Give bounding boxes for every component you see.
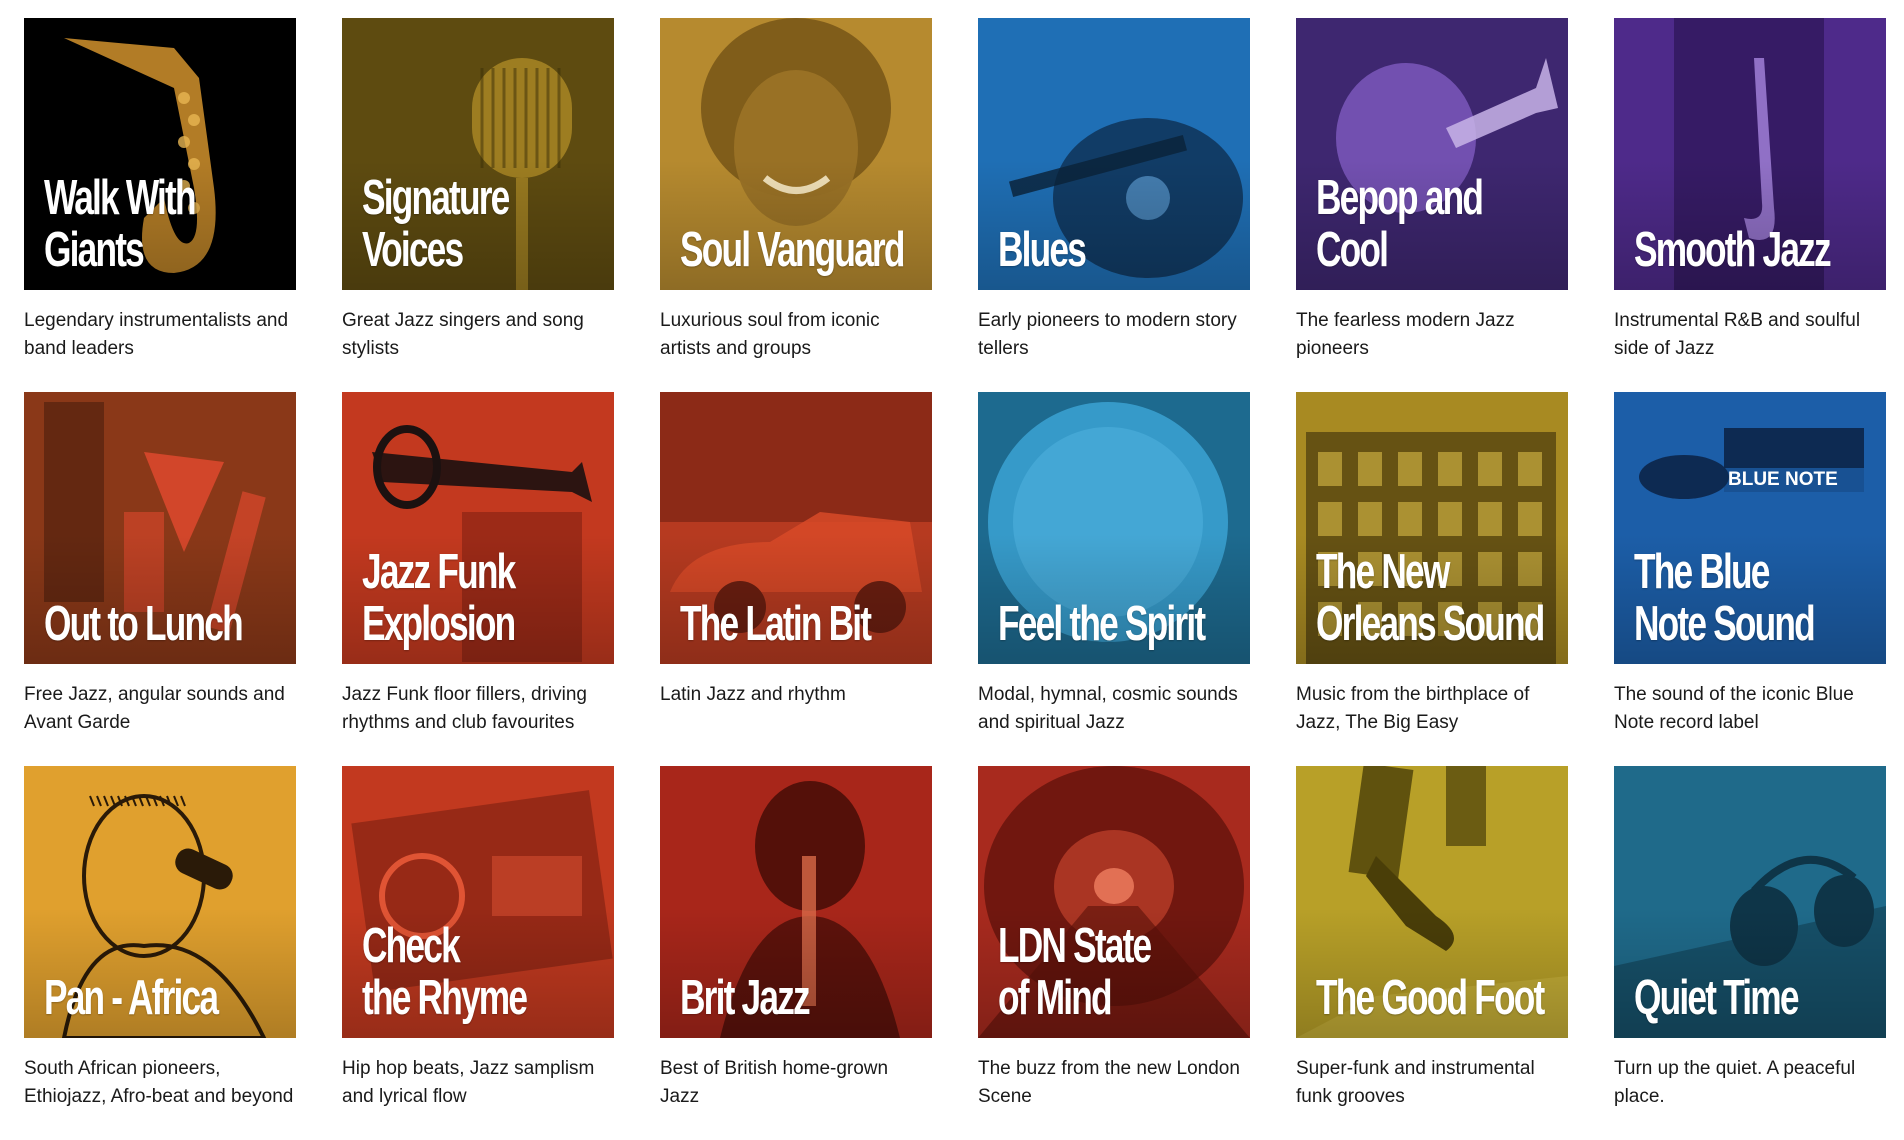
playlist-title: The New Orleans Sound <box>1316 545 1545 651</box>
playlist-cover[interactable]: The Good Foot <box>1296 766 1568 1038</box>
playlist-title: The Blue Note Sound <box>1634 545 1816 651</box>
playlist-description: The fearless modern Jazz pioneers <box>1296 310 1515 359</box>
playlist-cover[interactable]: The Latin Bit <box>660 392 932 664</box>
playlist-title: Signature Voices <box>362 171 510 277</box>
playlist-card[interactable]: BLUE NOTE The Blue Note Sound The sound … <box>1614 392 1886 766</box>
playlist-card[interactable]: LDN State of Mind The buzz from the new … <box>978 766 1250 1140</box>
playlist-description: Turn up the quiet. A peaceful place. <box>1614 1058 1856 1107</box>
playlist-description: Super-funk and instrumental funk grooves <box>1296 1058 1535 1107</box>
playlist-cover[interactable]: Brit Jazz <box>660 766 932 1038</box>
playlist-description: Modal, hymnal, cosmic sounds and spiritu… <box>978 684 1238 733</box>
playlist-grid: Walk With Giants Legendary instrumentali… <box>24 18 1886 1140</box>
playlist-cover[interactable]: Walk With Giants <box>24 18 296 290</box>
playlist-card[interactable]: Check the Rhyme Hip hop beats, Jazz samp… <box>342 766 614 1140</box>
playlist-title: Check the Rhyme <box>362 919 528 1025</box>
playlist-cover[interactable]: Smooth Jazz <box>1614 18 1886 290</box>
playlist-title: Feel the Spirit <box>998 597 1206 651</box>
playlist-description: Early pioneers to modern story tellers <box>978 310 1237 359</box>
playlist-card[interactable]: The Good Foot Super-funk and instrumenta… <box>1296 766 1568 1140</box>
playlist-description: The sound of the iconic Blue Note record… <box>1614 684 1854 733</box>
playlist-title: Out to Lunch <box>44 597 244 651</box>
playlist-title: Quiet Time <box>1634 971 1799 1025</box>
playlist-cover[interactable]: Jazz Funk Explosion <box>342 392 614 664</box>
playlist-cover[interactable]: Check the Rhyme <box>342 766 614 1038</box>
playlist-title: The Good Foot <box>1316 971 1545 1025</box>
playlist-description: Best of British home-grown Jazz <box>660 1058 889 1107</box>
playlist-description: South African pioneers, Ethiojazz, Afro-… <box>24 1058 294 1107</box>
playlist-card[interactable]: Soul Vanguard Luxurious soul from iconic… <box>660 18 932 392</box>
playlist-title: Blues <box>998 223 1087 277</box>
playlist-description: Free Jazz, angular sounds and Avant Gard… <box>24 684 285 733</box>
playlist-description: Legendary instrumentalists and band lead… <box>24 310 289 359</box>
playlist-card[interactable]: Feel the Spirit Modal, hymnal, cosmic so… <box>978 392 1250 766</box>
playlist-card[interactable]: Pan - Africa South African pioneers, Eth… <box>24 766 296 1140</box>
playlist-title: Bepop and Cool <box>1316 171 1484 277</box>
playlist-cover[interactable]: Pan - Africa <box>24 766 296 1038</box>
playlist-title: Soul Vanguard <box>680 223 905 277</box>
playlist-cover[interactable]: Quiet Time <box>1614 766 1886 1038</box>
playlist-cover[interactable]: Blues <box>978 18 1250 290</box>
playlist-card[interactable]: The Latin Bit Latin Jazz and rhythm <box>660 392 932 766</box>
playlist-title: The Latin Bit <box>680 597 872 651</box>
playlist-description: Instrumental R&B and soulful side of Jaz… <box>1614 310 1861 359</box>
playlist-title: Smooth Jazz <box>1634 223 1832 277</box>
playlist-title: Jazz Funk Explosion <box>362 545 516 651</box>
playlist-cover[interactable]: Soul Vanguard <box>660 18 932 290</box>
playlist-card[interactable]: Out to Lunch Free Jazz, angular sounds a… <box>24 392 296 766</box>
playlist-card[interactable]: Jazz Funk Explosion Jazz Funk floor fill… <box>342 392 614 766</box>
playlist-title: Pan - Africa <box>44 971 219 1025</box>
playlist-title: LDN State of Mind <box>998 919 1152 1025</box>
playlist-description: Jazz Funk floor fillers, driving rhythms… <box>342 684 587 733</box>
playlist-cover[interactable]: LDN State of Mind <box>978 766 1250 1038</box>
playlist-card[interactable]: Smooth Jazz Instrumental R&B and soulful… <box>1614 18 1886 392</box>
playlist-cover[interactable]: BLUE NOTE The Blue Note Sound <box>1614 392 1886 664</box>
playlist-cover[interactable]: The New Orleans Sound <box>1296 392 1568 664</box>
playlist-description: Latin Jazz and rhythm <box>660 684 846 705</box>
playlist-card[interactable]: Bepop and Cool The fearless modern Jazz … <box>1296 18 1568 392</box>
playlist-card[interactable]: The New Orleans Sound Music from the bir… <box>1296 392 1568 766</box>
playlist-card[interactable]: Signature Voices Great Jazz singers and … <box>342 18 614 392</box>
playlist-card[interactable]: Walk With Giants Legendary instrumentali… <box>24 18 296 392</box>
blue-note-logo-text: BLUE NOTE <box>1728 469 1838 490</box>
playlist-title: Brit Jazz <box>680 971 811 1025</box>
playlist-card[interactable]: Blues Early pioneers to modern story tel… <box>978 18 1250 392</box>
playlist-cover[interactable]: Out to Lunch <box>24 392 296 664</box>
playlist-cover[interactable]: Bepop and Cool <box>1296 18 1568 290</box>
playlist-card[interactable]: Quiet Time Turn up the quiet. A peaceful… <box>1614 766 1886 1140</box>
playlist-cover[interactable]: Signature Voices <box>342 18 614 290</box>
playlist-description: Luxurious soul from iconic artists and g… <box>660 310 880 359</box>
playlist-title: Walk With Giants <box>44 171 197 277</box>
playlist-description: Hip hop beats, Jazz samplism and lyrical… <box>342 1058 595 1107</box>
playlist-description: Great Jazz singers and song stylists <box>342 310 584 359</box>
playlist-card[interactable]: Brit Jazz Best of British home-grown Jaz… <box>660 766 932 1140</box>
playlist-cover[interactable]: Feel the Spirit <box>978 392 1250 664</box>
playlist-description: Music from the birthplace of Jazz, The B… <box>1296 684 1530 733</box>
playlist-description: The buzz from the new London Scene <box>978 1058 1240 1107</box>
